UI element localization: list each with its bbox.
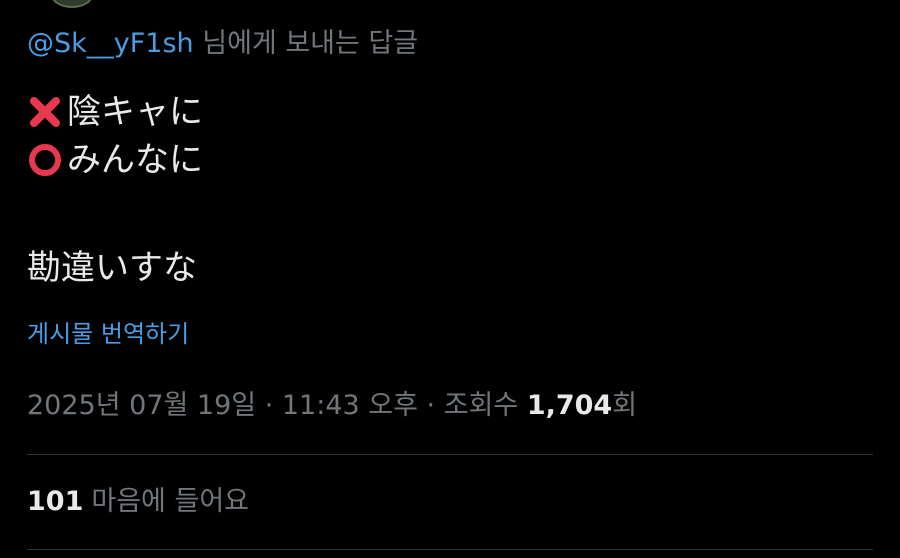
- tweet-line-2-text: みんなに: [67, 140, 203, 180]
- meta-separator: ·: [417, 390, 444, 421]
- reply-context: @Sk__yF1sh 님에게 보내는 답글: [27, 26, 418, 62]
- views-label: 조회수: [443, 390, 527, 421]
- tweet-line-1: 陰キャに: [27, 88, 867, 136]
- likes-label: 마음에 들어요: [91, 486, 249, 517]
- post-meta: 2025년 07월 19일 · 11:43 오후 · 조회수 1,704회: [27, 388, 637, 424]
- tweet-text: 陰キャに みんなに 勘違いすな: [27, 88, 867, 292]
- tweet-line-spacer: [27, 184, 867, 244]
- likes-count: 101: [27, 486, 84, 517]
- hollow-red-circle-icon: [29, 144, 61, 176]
- post-date[interactable]: 2025년 07월 19일: [27, 390, 256, 421]
- reply-suffix: 님에게 보내는 답글: [193, 28, 419, 59]
- divider: [27, 454, 873, 455]
- post-time[interactable]: 11:43 오후: [282, 390, 418, 421]
- reply-handle-link[interactable]: @Sk__yF1sh: [27, 28, 194, 59]
- translate-post-link[interactable]: 게시물 번역하기: [27, 318, 189, 350]
- tweet-line-3-text: 勘違いすな: [27, 248, 197, 288]
- tweet-line-3: 勘違いすな: [27, 244, 867, 292]
- meta-separator: ·: [256, 390, 282, 421]
- views-count: 1,704: [526, 390, 613, 421]
- likes-summary-link[interactable]: 101 마음에 들어요: [27, 484, 249, 520]
- cross-mark-icon: [30, 97, 60, 127]
- divider: [27, 549, 873, 550]
- tweet-line-2: みんなに: [27, 136, 867, 184]
- views-suffix: 회: [612, 390, 638, 421]
- tweet-line-1-text: 陰キャに: [67, 92, 203, 132]
- avatar[interactable]: [50, 0, 94, 8]
